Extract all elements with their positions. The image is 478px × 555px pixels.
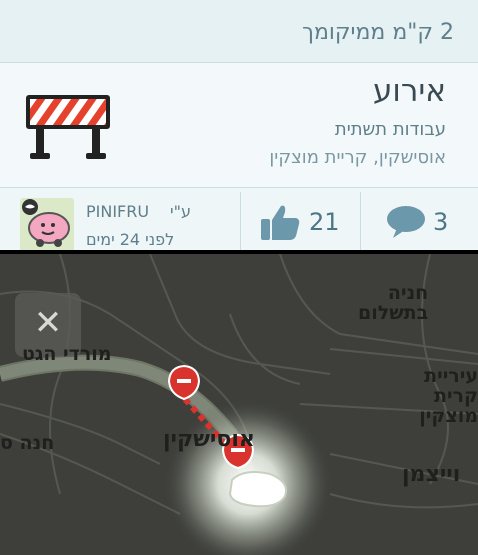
wazer-avatar-icon	[20, 198, 74, 252]
close-icon: ✕	[33, 303, 63, 343]
alert-card: 2 ק"מ ממיקומך אירוע עבודות תשתית אוסישקי…	[0, 0, 478, 252]
event-subtitle: עבודות תשתית	[334, 119, 446, 140]
thumbs-up-icon	[261, 205, 300, 240]
reporter-name: PINIFRU	[86, 202, 150, 221]
distance-bar: 2 ק"מ ממיקומך	[0, 0, 478, 63]
reporter-by-label: ע"י	[170, 202, 191, 221]
event-address: אוסישקין, קריית מוצקין	[269, 147, 446, 168]
distance-text: 2 ק"מ ממיקומך	[302, 20, 454, 45]
action-row: PINIFRU ע"י לפני 24 ימים 21 3	[0, 188, 478, 252]
map-label-hana: חנה ס	[0, 432, 55, 454]
map-label-mordi: מורדי הגט	[22, 343, 112, 365]
comments-count: 3	[433, 208, 449, 236]
event-info: אירוע עבודות תשתית אוסישקין, קריית מוצקי…	[0, 63, 478, 188]
map-label-weizmann: וייצמן	[402, 462, 461, 487]
map-label-city-hall: עיריית קרית מוצקין	[380, 366, 478, 426]
map-label-paid-parking-line2: בתשלום	[358, 302, 429, 324]
comment-bubble-icon	[387, 206, 425, 238]
report-time: לפני 24 ימים	[86, 230, 175, 249]
map-label-city-hall-line1: עיריית קרית	[424, 365, 478, 407]
map-label-city-hall-line2: מוצקין	[419, 405, 478, 427]
map-label-ussishkin: אוסישקין	[163, 427, 255, 452]
map-label-paid-parking: חניה בתשלום	[358, 283, 428, 323]
like-button[interactable]: 21	[240, 192, 361, 250]
comment-button[interactable]: 3	[360, 192, 478, 250]
road-barrier-icon	[26, 95, 110, 159]
event-title: אירוע	[372, 73, 446, 109]
reporter-info[interactable]: PINIFRU ע"י לפני 24 ימים	[0, 192, 240, 252]
likes-count: 21	[309, 208, 340, 236]
map-label-paid-parking-line1: חניה	[387, 282, 429, 304]
